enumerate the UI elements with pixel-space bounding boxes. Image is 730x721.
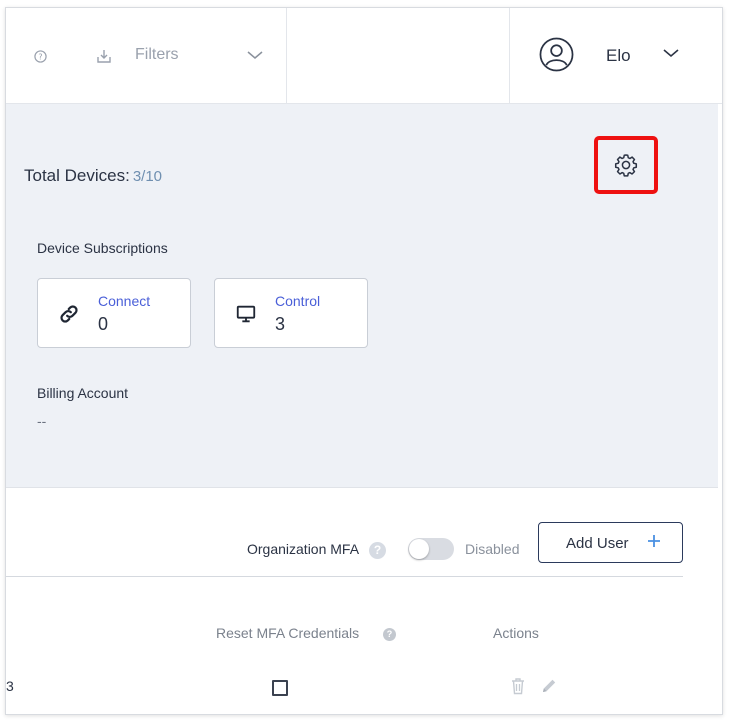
mfa-status: Disabled xyxy=(465,541,520,557)
add-user-label: Add User xyxy=(566,535,629,552)
billing-account-title: Billing Account xyxy=(37,385,129,401)
header-divider xyxy=(286,8,287,104)
header-divider xyxy=(509,8,510,104)
monitor-icon xyxy=(236,305,256,323)
toggle-knob xyxy=(409,539,429,559)
total-devices-count: 3/10 xyxy=(132,168,163,185)
filters-label[interactable]: Filters xyxy=(135,46,179,64)
top-header: ? Filters Elo xyxy=(6,8,722,104)
help-icon[interactable]: ? xyxy=(383,628,396,641)
reset-mfa-checkbox[interactable] xyxy=(272,680,288,696)
subscription-card-connect[interactable]: Connect 0 xyxy=(37,278,191,348)
add-user-button[interactable]: Add User xyxy=(538,522,683,563)
mfa-toggle[interactable] xyxy=(408,538,454,560)
column-header-reset-mfa: Reset MFA Credentials xyxy=(216,625,360,641)
download-icon[interactable] xyxy=(96,48,112,64)
subscription-card-control[interactable]: Control 3 xyxy=(214,278,368,348)
organization-mfa-label: Organization MFA xyxy=(247,541,360,557)
subscription-value: 0 xyxy=(98,314,109,334)
help-icon[interactable]: ? xyxy=(34,50,47,63)
divider xyxy=(6,576,683,577)
subscription-label: Connect xyxy=(98,293,151,309)
table-cell: 3 xyxy=(6,678,14,694)
devices-panel: Total Devices: 3/10 Device Subscriptions … xyxy=(6,104,718,488)
app-window: ? Filters Elo Total Devices: 3/10 Device… xyxy=(5,7,723,715)
total-devices-label: Total Devices: xyxy=(24,166,130,185)
avatar-icon[interactable] xyxy=(539,37,574,72)
plus-icon xyxy=(648,535,660,547)
billing-account-value: -- xyxy=(37,413,47,429)
pencil-icon[interactable] xyxy=(541,677,558,694)
subscription-label: Control xyxy=(275,293,321,309)
help-icon[interactable]: ? xyxy=(369,542,386,559)
chevron-down-icon[interactable] xyxy=(663,48,679,58)
device-subscriptions-title: Device Subscriptions xyxy=(37,240,168,256)
subscription-value: 3 xyxy=(275,314,286,334)
gear-icon xyxy=(614,154,638,177)
trash-icon[interactable] xyxy=(510,677,526,695)
total-devices: Total Devices: 3/10 xyxy=(24,166,162,186)
user-name[interactable]: Elo xyxy=(606,46,631,66)
settings-button[interactable] xyxy=(594,136,658,194)
column-header-actions: Actions xyxy=(493,625,539,641)
link-icon xyxy=(60,305,78,323)
svg-text:?: ? xyxy=(38,53,42,62)
chevron-down-icon[interactable] xyxy=(247,50,263,60)
